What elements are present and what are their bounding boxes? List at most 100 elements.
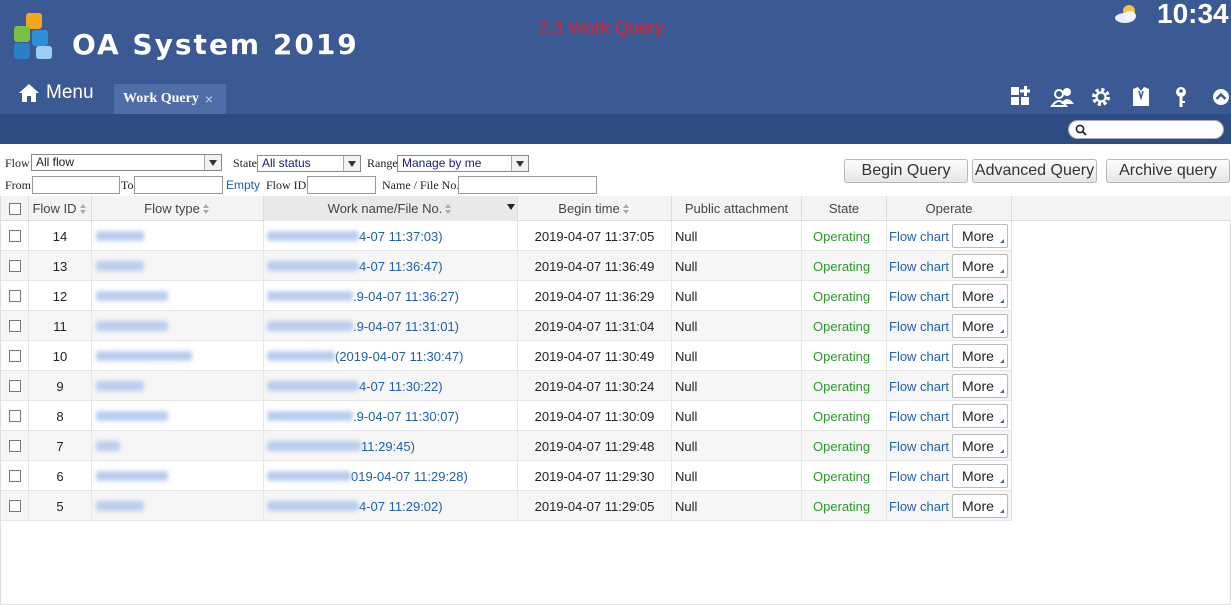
flow-id-input[interactable]: [307, 176, 376, 194]
advanced-query-button[interactable]: Advanced Query: [972, 159, 1097, 183]
work-name-cell[interactable]: .9-04-07 11:36:27): [264, 281, 518, 311]
flow-type-cell[interactable]: [92, 281, 264, 311]
work-name-cell[interactable]: .9-04-07 11:31:01): [264, 311, 518, 341]
row-checkbox[interactable]: [8, 470, 21, 482]
search-input[interactable]: [1068, 120, 1224, 139]
name-file-input[interactable]: [458, 176, 597, 194]
table-row[interactable]: 7 11:29:45) 2019-04-07 11:29:48 Null Operat…: [1, 431, 1012, 461]
collapse-up-icon[interactable]: [1210, 86, 1231, 108]
work-name-cell[interactable]: 4-07 11:29:02): [264, 491, 518, 521]
work-name-cell[interactable]: 4-07 11:30:22): [264, 371, 518, 401]
row-checkbox[interactable]: [8, 260, 21, 272]
table-row[interactable]: 6 019-04-07 11:29:28) 2019-04-07 11:29:30 N…: [1, 461, 1012, 491]
flow-type-cell[interactable]: [92, 431, 264, 461]
work-name-link[interactable]: 11:29:45): [361, 439, 415, 454]
row-checkbox[interactable]: [8, 380, 21, 392]
users-icon[interactable]: [1050, 86, 1090, 108]
more-button[interactable]: More: [952, 374, 1008, 398]
work-name-link[interactable]: 4-07 11:37:03): [359, 229, 443, 244]
more-button[interactable]: More: [952, 404, 1008, 428]
work-name-cell[interactable]: 4-07 11:36:47): [264, 251, 518, 281]
flow-type-cell[interactable]: [92, 311, 264, 341]
table-row[interactable]: 14 4-07 11:37:03) 2019-04-07 11:37:05 Null O…: [1, 221, 1012, 251]
col-flow-type[interactable]: Flow type: [92, 196, 264, 221]
flow-type-cell[interactable]: [92, 341, 264, 371]
more-button[interactable]: More: [952, 464, 1008, 488]
tab-work-query[interactable]: Work Query ×: [114, 84, 226, 114]
settings-icon[interactable]: [1090, 86, 1130, 108]
to-date-input[interactable]: [134, 176, 223, 194]
flow-chart-link[interactable]: Flow chart: [889, 289, 949, 304]
work-name-link[interactable]: 4-07 11:30:22): [359, 379, 443, 394]
work-name-cell[interactable]: .9-04-07 11:30:07): [264, 401, 518, 431]
more-button[interactable]: More: [952, 254, 1008, 278]
row-checkbox[interactable]: [8, 230, 21, 242]
flow-chart-link[interactable]: Flow chart: [889, 229, 949, 244]
row-checkbox[interactable]: [8, 500, 21, 512]
flow-chart-link[interactable]: Flow chart: [889, 379, 949, 394]
more-button[interactable]: More: [952, 434, 1008, 458]
work-name-link[interactable]: 4-07 11:29:02): [359, 499, 443, 514]
menu-button[interactable]: Menu: [18, 82, 94, 104]
table-row[interactable]: 5 4-07 11:29:02) 2019-04-07 11:29:05 Null Op…: [1, 491, 1012, 521]
table-row[interactable]: 12 .9-04-07 11:36:27) 2019-04-07 11:36:29 N…: [1, 281, 1012, 311]
flow-type-cell[interactable]: [92, 491, 264, 521]
row-checkbox[interactable]: [8, 410, 21, 422]
col-work-name[interactable]: Work name/File No.: [264, 196, 518, 221]
row-checkbox[interactable]: [8, 320, 21, 332]
select-all-checkbox[interactable]: [8, 202, 21, 215]
more-button[interactable]: More: [952, 344, 1008, 368]
flow-chart-link[interactable]: Flow chart: [889, 469, 949, 484]
work-name-link[interactable]: .9-04-07 11:36:27): [353, 289, 459, 304]
empty-link[interactable]: Empty: [226, 178, 260, 192]
table-row[interactable]: 13 4-07 11:36:47) 2019-04-07 11:36:49 Null O…: [1, 251, 1012, 281]
from-date-input[interactable]: [32, 176, 120, 194]
work-name-cell[interactable]: 019-04-07 11:29:28): [264, 461, 518, 491]
work-name-link[interactable]: .9-04-07 11:31:01): [353, 319, 459, 334]
key-icon[interactable]: [1170, 86, 1210, 108]
work-name-cell[interactable]: 4-07 11:37:03): [264, 221, 518, 251]
work-name-cell[interactable]: (2019-04-07 11:30:47): [264, 341, 518, 371]
state-select[interactable]: All status: [257, 155, 361, 172]
col-begin-time[interactable]: Begin time: [518, 196, 672, 221]
flow-type-cell[interactable]: [92, 251, 264, 281]
row-checkbox[interactable]: [8, 290, 21, 302]
flow-chart-link[interactable]: Flow chart: [889, 439, 949, 454]
flow-chart-link[interactable]: Flow chart: [889, 319, 949, 334]
close-icon[interactable]: ×: [205, 91, 213, 107]
flow-type-cell[interactable]: [92, 461, 264, 491]
flow-chart-link[interactable]: Flow chart: [889, 409, 949, 424]
work-name-link[interactable]: (2019-04-07 11:30:47): [335, 349, 463, 364]
work-name-cell[interactable]: 11:29:45): [264, 431, 518, 461]
col-public-attachment[interactable]: Public attachment: [672, 196, 802, 221]
flow-select[interactable]: All flow: [31, 154, 222, 171]
work-name-link[interactable]: .9-04-07 11:30:07): [353, 409, 459, 424]
col-flow-id[interactable]: Flow ID: [29, 196, 92, 221]
more-button[interactable]: More: [952, 224, 1008, 248]
more-button[interactable]: More: [952, 494, 1008, 518]
row-checkbox[interactable]: [8, 440, 21, 452]
row-checkbox[interactable]: [8, 350, 21, 362]
more-button[interactable]: More: [952, 314, 1008, 338]
table-row[interactable]: 11 .9-04-07 11:31:01) 2019-04-07 11:31:04 N…: [1, 311, 1012, 341]
range-select[interactable]: Manage by me: [397, 155, 529, 172]
table-row[interactable]: 10 (2019-04-07 11:30:47) 2019-04-07 11:30:…: [1, 341, 1012, 371]
table-row[interactable]: 8 .9-04-07 11:30:07) 2019-04-07 11:30:09 Nu…: [1, 401, 1012, 431]
column-menu-icon[interactable]: [507, 204, 515, 210]
add-grid-icon[interactable]: [1010, 86, 1050, 108]
flow-chart-link[interactable]: Flow chart: [889, 349, 949, 364]
flow-type-cell[interactable]: [92, 371, 264, 401]
table-row[interactable]: 9 4-07 11:30:22) 2019-04-07 11:30:24 Null Op…: [1, 371, 1012, 401]
col-state[interactable]: State: [802, 196, 887, 221]
flow-type-cell[interactable]: [92, 401, 264, 431]
col-label: Operate: [925, 201, 973, 216]
more-button[interactable]: More: [952, 284, 1008, 308]
work-name-link[interactable]: 4-07 11:36:47): [359, 259, 443, 274]
flow-type-cell[interactable]: [92, 221, 264, 251]
begin-query-button[interactable]: Begin Query: [844, 159, 968, 183]
flow-chart-link[interactable]: Flow chart: [889, 499, 949, 514]
flow-chart-link[interactable]: Flow chart: [889, 259, 949, 274]
work-name-link[interactable]: 019-04-07 11:29:28): [351, 469, 468, 484]
shirt-icon[interactable]: [1130, 86, 1170, 108]
archive-query-button[interactable]: Archive query: [1106, 159, 1230, 183]
